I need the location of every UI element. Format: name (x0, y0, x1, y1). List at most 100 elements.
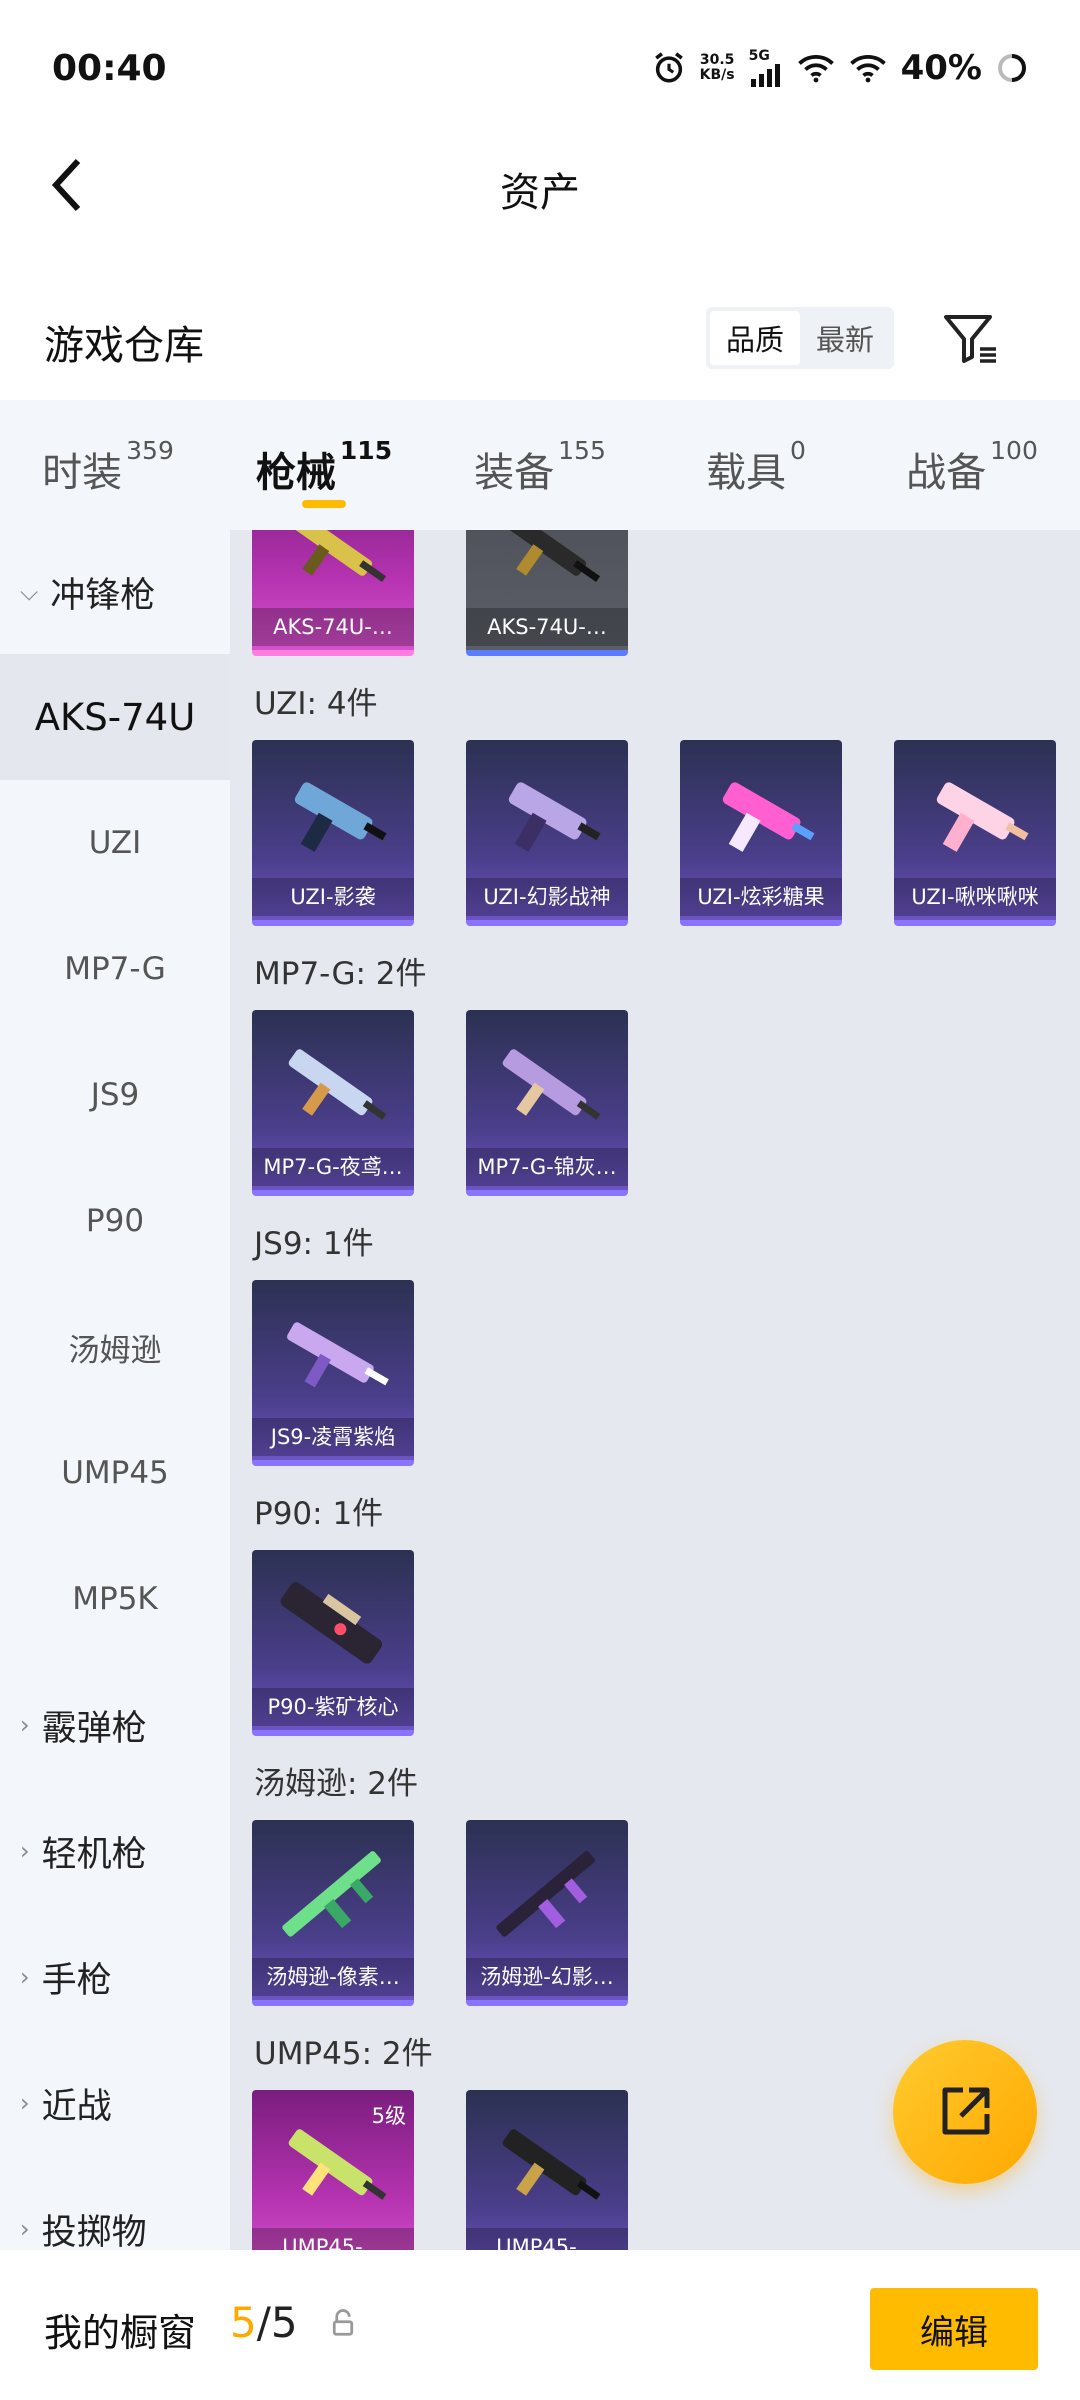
tab-count: 359 (126, 436, 174, 465)
warehouse-header: 游戏仓库 品质 最新 (0, 285, 1080, 395)
sidebar-group-smg[interactable]: ⌵ 冲锋枪 (0, 530, 230, 654)
weapon-card[interactable]: UZI-炫彩糖果 (680, 740, 842, 926)
smg-icon (287, 530, 387, 583)
chevron-right-icon: › (20, 1963, 30, 1991)
sidebar-item-p90[interactable]: P90 (0, 1158, 230, 1284)
status-time: 00:40 (52, 48, 167, 89)
weapon-card-name: MP7-G-夜鸢… (252, 1148, 414, 1186)
sidebar-item-label: UZI (88, 825, 142, 861)
weapon-card-name: UMP45-… (252, 2228, 414, 2250)
tab-vehicles[interactable]: 载具 0 (648, 400, 864, 530)
sidebar-item-ump45[interactable]: UMP45 (0, 1410, 230, 1536)
tab-fashion[interactable]: 时装 359 (0, 400, 216, 530)
sidebar-item-label: 近战 (41, 2086, 112, 2127)
filter-icon (944, 315, 996, 363)
tab-equipment[interactable]: 装备 155 (432, 400, 648, 530)
p90-icon (280, 1582, 383, 1664)
tab-count: 100 (990, 436, 1038, 465)
tommy-gun-icon (282, 1851, 381, 1937)
weapon-card[interactable]: UZI-幻影战神 (466, 740, 628, 926)
weapon-sidebar: ⌵ 冲锋枪 AKS-74U UZI MP7-G JS9 P90 汤姆逊 UMP45… (0, 530, 230, 2250)
sidebar-item-label: UMP45 (61, 1455, 169, 1491)
sort-option-quality[interactable]: 品质 (710, 311, 800, 365)
sidebar-item-js9[interactable]: JS9 (0, 1032, 230, 1158)
weapon-card-name: AKS-74U-… (252, 608, 414, 646)
weapon-card[interactable]: MP7-G-夜鸢… (252, 1010, 414, 1196)
category-tabs: 时装 359 枪械 115 装备 155 载具 0 战备 100 (0, 400, 1080, 530)
alarm-icon (654, 52, 683, 83)
weapon-card-name: UZI-啾咪啾咪 (894, 878, 1056, 916)
weapon-card-name: UZI-炫彩糖果 (680, 878, 842, 916)
sidebar-item-label: 手枪 (41, 1960, 112, 2001)
weapon-card[interactable]: JS9-凌霄紫焰 (252, 1280, 414, 1466)
sidebar-item-mp7g[interactable]: MP7-G (0, 906, 230, 1032)
weapon-card[interactable]: AKS-74U-… (466, 530, 628, 656)
edit-button[interactable]: 编辑 (870, 2288, 1038, 2370)
sidebar-item-label: MP7-G (64, 951, 166, 987)
sidebar-item-label: JS9 (90, 1077, 140, 1113)
level-badge: 5级 (371, 2104, 406, 2128)
weapon-card-name: AKS-74U-… (466, 608, 628, 646)
showcase-count-current: 5 (230, 2298, 257, 2347)
weapon-card[interactable]: 汤姆逊-像素… (252, 1820, 414, 2006)
sidebar-group-throwable[interactable]: › 投掷物 (0, 2166, 230, 2251)
sidebar-group-melee[interactable]: › 近战 (0, 2040, 230, 2166)
weapon-card[interactable]: MP7-G-锦灰… (466, 1010, 628, 1196)
share-fab-button[interactable] (893, 2040, 1037, 2184)
weapon-card[interactable]: AKS-74U-… (252, 530, 414, 656)
weapon-card-name: UZI-幻影战神 (466, 878, 628, 916)
tab-firearms[interactable]: 枪械 115 (216, 400, 432, 530)
weapon-card[interactable]: 5级 UMP45-… (252, 2090, 414, 2250)
uzi-icon (508, 782, 601, 852)
smg-icon (287, 1322, 389, 1388)
sidebar-item-label: MP5K (72, 1581, 158, 1617)
filter-button[interactable] (940, 309, 1000, 369)
sidebar-item-label: 冲锋枪 (50, 575, 156, 616)
sidebar-item-uzi[interactable]: UZI (0, 780, 230, 906)
sidebar-group-shotgun[interactable]: › 霰弹枪 (0, 1662, 230, 1788)
weapon-card[interactable]: UZI-啾咪啾咪 (894, 740, 1056, 926)
uzi-icon (722, 782, 815, 852)
showcase-title: 我的橱窗 (44, 2311, 197, 2355)
section-label: UMP45: 2件 (254, 2036, 433, 2072)
battery-ring-icon (998, 54, 1026, 82)
chevron-down-icon: ⌵ (20, 578, 39, 606)
sidebar-group-lmg[interactable]: › 轻机枪 (0, 1788, 230, 1914)
weapon-card[interactable]: UMP45-… (466, 2090, 628, 2250)
nav-bar: 资产 (0, 140, 1080, 230)
weapon-card[interactable]: UZI-影袭 (252, 740, 414, 926)
sidebar-item-thompson[interactable]: 汤姆逊 (0, 1284, 230, 1410)
section-label: 汤姆逊: 2件 (254, 1766, 419, 1802)
weapon-card-name: 汤姆逊-幻影… (466, 1958, 628, 1996)
weapon-card-name: UMP45-… (466, 2228, 628, 2250)
page-title: 资产 (500, 170, 580, 216)
sidebar-item-label: AKS-74U (34, 695, 196, 739)
weapon-card-name: P90-紫矿核心 (252, 1688, 414, 1726)
sidebar-item-mp5k[interactable]: MP5K (0, 1536, 230, 1662)
chevron-right-icon: › (20, 1711, 30, 1739)
battery-percent: 40% (900, 48, 982, 88)
status-bar: 00:40 30.5 KB/s 5G 40% (0, 0, 1080, 140)
tab-tactical[interactable]: 战备 100 (864, 400, 1080, 530)
smg-icon (288, 1049, 387, 1120)
weapon-card[interactable]: P90-紫矿核心 (252, 1550, 414, 1736)
sidebar-group-pistol[interactable]: › 手枪 (0, 1914, 230, 2040)
sort-option-newest[interactable]: 最新 (800, 311, 890, 365)
sidebar-item-aks74u[interactable]: AKS-74U (0, 654, 230, 780)
wifi-icon-secondary (849, 55, 886, 83)
cell-signal: 5G (749, 49, 783, 87)
smg-icon (502, 1049, 601, 1120)
net-speed-value: 30.5 (699, 52, 735, 68)
tab-label: 枪械 (255, 450, 336, 496)
tab-label: 时装 (42, 450, 123, 496)
tab-label: 装备 (474, 450, 555, 496)
weapon-card[interactable]: 汤姆逊-幻影… (466, 1820, 628, 2006)
section-label: JS9: 1件 (254, 1226, 374, 1262)
uzi-icon (294, 782, 387, 852)
signal-icon (750, 64, 780, 87)
showcase-count: 5/5 (230, 2298, 298, 2347)
tab-label: 载具 (706, 450, 787, 496)
share-external-icon (942, 2087, 990, 2135)
smg-icon (501, 530, 601, 583)
chevron-right-icon: › (20, 2089, 30, 2117)
